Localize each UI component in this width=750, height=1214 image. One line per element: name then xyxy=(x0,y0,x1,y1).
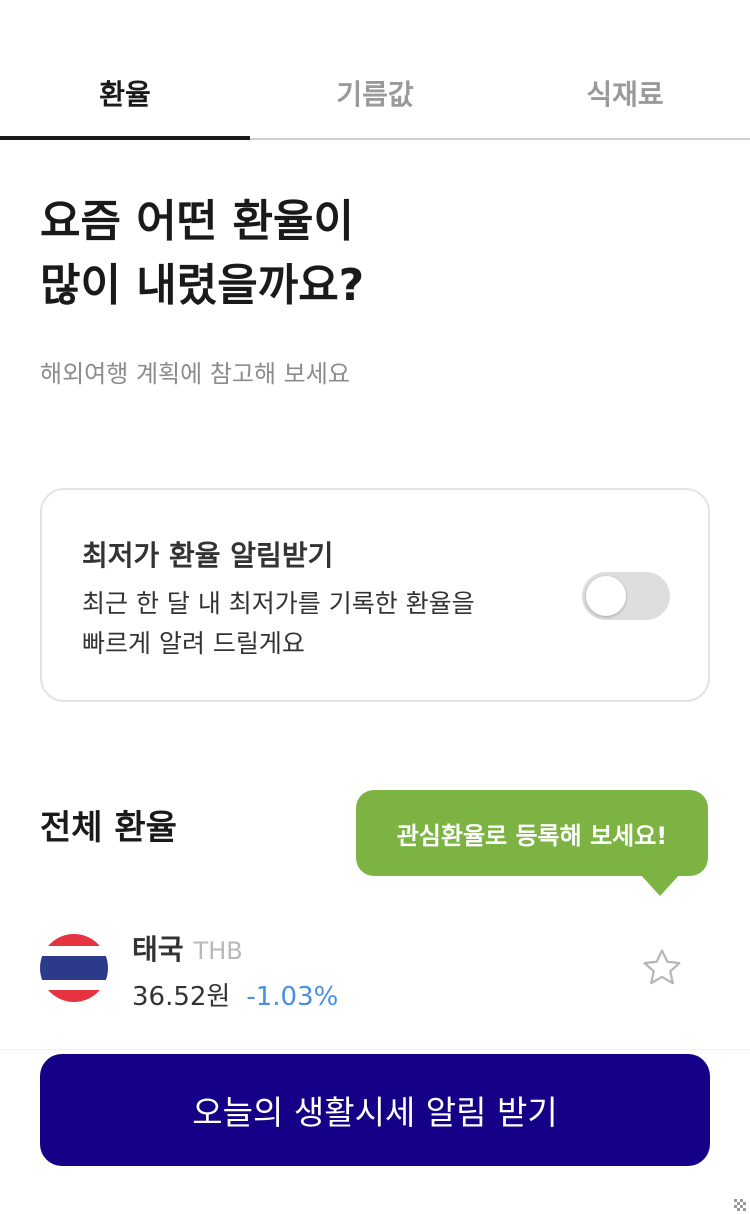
currency-change: -1.03% xyxy=(246,982,339,1012)
lowest-rate-alert-card: 최저가 환율 알림받기 최근 한 달 내 최저가를 기록한 환율을 빠르게 알려… xyxy=(40,488,710,702)
tab-bar: 환율 기름값 식재료 xyxy=(0,58,750,140)
currency-price: 36.52원 xyxy=(132,982,231,1012)
tooltip-arrow xyxy=(640,874,680,896)
tab-label: 환율 xyxy=(99,78,151,111)
currency-name: 태국 THB xyxy=(132,928,243,968)
favorite-hint-tooltip: 관심환율로 등록해 보세요! xyxy=(356,790,708,876)
tab-groceries[interactable]: 식재료 xyxy=(500,58,750,138)
star-icon[interactable] xyxy=(640,946,684,990)
exchange-rate-screen: 환율 기름값 식재료 요즘 어떤 환율이 많이 내렸을까요? 해외여행 계획에 … xyxy=(0,0,750,1214)
alert-desc-line1: 최근 한 달 내 최저가를 기록한 환율을 xyxy=(82,589,475,618)
alert-card-description: 최근 한 달 내 최저가를 기록한 환율을 빠르게 알려 드릴게요 xyxy=(82,584,522,664)
tab-fuel-price[interactable]: 기름값 xyxy=(250,58,500,138)
alert-desc-line2: 빠르게 알려 드릴게요 xyxy=(82,629,305,658)
toggle-knob xyxy=(586,576,626,616)
all-rates-section-title: 전체 환율 xyxy=(40,808,177,848)
tab-label: 식재료 xyxy=(586,78,664,111)
page-title-line1: 요즘 어떤 환율이 xyxy=(40,196,354,247)
page-subtitle: 해외여행 계획에 참고해 보세요 xyxy=(40,360,350,388)
daily-price-alert-button[interactable]: 오늘의 생활시세 알림 받기 xyxy=(40,1054,710,1166)
currency-price-line: 36.52원 -1.03% xyxy=(132,976,338,1013)
tab-label: 기름값 xyxy=(336,78,414,111)
currency-code: THB xyxy=(193,937,243,965)
page-title: 요즘 어떤 환율이 많이 내렸을까요? xyxy=(40,190,640,318)
currency-country: 태국 xyxy=(132,933,184,966)
lowest-rate-alert-toggle[interactable] xyxy=(582,572,670,620)
page-title-line2: 많이 내렸을까요? xyxy=(40,260,365,311)
thailand-flag-icon xyxy=(40,934,108,1002)
corner-pattern-icon xyxy=(734,1198,748,1212)
tab-exchange-rate[interactable]: 환율 xyxy=(0,58,250,140)
alert-card-title: 최저가 환율 알림받기 xyxy=(82,539,334,572)
currency-row-thb[interactable]: 태국 THB 36.52원 -1.03% xyxy=(0,910,750,1050)
